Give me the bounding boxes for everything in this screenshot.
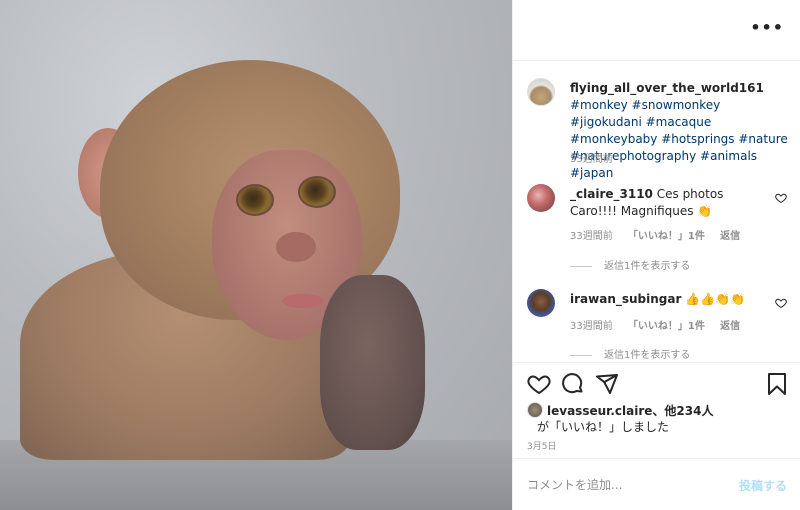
share-icon[interactable] bbox=[595, 372, 619, 396]
hashtag-link[interactable]: #macaque bbox=[646, 115, 712, 129]
others-count[interactable]: 、他234人 bbox=[652, 404, 713, 418]
comment-input[interactable] bbox=[527, 475, 717, 495]
hashtag-link[interactable]: #hotsprings bbox=[661, 132, 734, 146]
reply-button[interactable]: 返信 bbox=[720, 321, 740, 332]
avatar[interactable] bbox=[527, 289, 555, 317]
comment-username[interactable]: irawan_subingar bbox=[570, 292, 681, 306]
post-date[interactable]: 3月5日 bbox=[527, 439, 556, 452]
divider bbox=[513, 60, 800, 61]
comment-body: 👍👍👏👏 bbox=[685, 292, 745, 306]
comment-text: _claire_3110 Ces photos Caro!!!! Magnifi… bbox=[570, 186, 760, 220]
view-replies-label: 返信1件を表示する bbox=[604, 350, 691, 361]
reply-button[interactable]: 返信 bbox=[720, 231, 740, 242]
avatar[interactable] bbox=[527, 78, 555, 106]
likes-line: levasseur.claire、他234人 bbox=[547, 402, 713, 419]
hashtag-link[interactable]: #nature bbox=[738, 132, 787, 146]
post-photo[interactable] bbox=[0, 0, 512, 510]
liker-username[interactable]: levasseur.claire bbox=[547, 404, 652, 418]
hashtag-link[interactable]: #animals bbox=[700, 149, 757, 163]
likes-suffix: が「いいね！」しました bbox=[537, 420, 670, 434]
hashtag-link[interactable]: #monkey bbox=[570, 98, 628, 112]
caption-username[interactable]: flying_all_over_the_world161 bbox=[570, 81, 764, 95]
hashtag-link[interactable]: #snowmonkey bbox=[632, 98, 721, 112]
comment-text: irawan_subingar 👍👍👏👏 bbox=[570, 291, 760, 308]
divider bbox=[570, 265, 592, 267]
monkey-mouth bbox=[282, 294, 324, 308]
bookmark-icon[interactable] bbox=[765, 372, 789, 396]
comment-meta: 33週間前 「いいね！」1件 返信 bbox=[570, 227, 752, 242]
comment-timestamp[interactable]: 33週間前 bbox=[570, 231, 613, 242]
monkey-nose bbox=[276, 232, 316, 262]
avatar[interactable] bbox=[527, 402, 543, 418]
comment-timestamp[interactable]: 33週間前 bbox=[570, 321, 613, 332]
heart-icon[interactable] bbox=[775, 192, 787, 204]
caption-timestamp[interactable]: 33週間前 bbox=[570, 150, 613, 165]
divider bbox=[513, 458, 800, 459]
monkey-eye-left bbox=[236, 184, 274, 216]
comment-username[interactable]: _claire_3110 bbox=[570, 187, 653, 201]
hashtag-link[interactable]: #jigokudani bbox=[570, 115, 642, 129]
post-actions bbox=[527, 372, 789, 398]
hashtag-link[interactable]: #monkeybaby bbox=[570, 132, 657, 146]
comment-icon[interactable] bbox=[561, 372, 585, 396]
view-replies-button[interactable]: 返信1件を表示する bbox=[570, 346, 690, 361]
avatar[interactable] bbox=[527, 184, 555, 212]
view-replies-button[interactable]: 返信1件を表示する bbox=[570, 257, 690, 272]
post-side-panel: ••• flying_all_over_the_world161 #monkey… bbox=[512, 0, 800, 510]
more-icon[interactable]: ••• bbox=[750, 18, 784, 37]
comment-likes[interactable]: 「いいね！」1件 bbox=[628, 231, 705, 242]
heart-icon[interactable] bbox=[775, 297, 787, 309]
comment-likes[interactable]: 「いいね！」1件 bbox=[628, 321, 705, 332]
heart-icon[interactable] bbox=[527, 372, 551, 396]
monkey-eye-right bbox=[298, 176, 336, 208]
comment-meta: 33週間前 「いいね！」1件 返信 bbox=[570, 317, 752, 332]
monkey-hand bbox=[320, 275, 425, 450]
caption-text: flying_all_over_the_world161 #monkey #sn… bbox=[570, 80, 795, 182]
divider bbox=[570, 354, 592, 356]
post-comment-button[interactable]: 投稿する bbox=[739, 477, 787, 494]
divider bbox=[513, 362, 800, 363]
view-replies-label: 返信1件を表示する bbox=[604, 261, 691, 272]
hashtag-link[interactable]: #japan bbox=[570, 166, 613, 180]
add-comment-form: 投稿する bbox=[527, 475, 787, 495]
